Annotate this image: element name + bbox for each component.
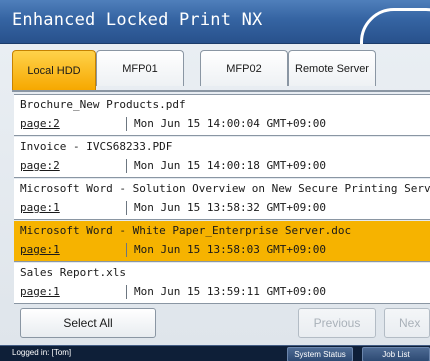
title-bar: Enhanced Locked Print NX	[0, 0, 430, 98]
status-bar: Logged in: [Tom] System Status Job List	[0, 345, 430, 361]
file-name: Sales Report.xls	[20, 266, 126, 279]
file-page-count: page:2	[20, 159, 60, 172]
app-title: Enhanced Locked Print NX	[12, 10, 263, 30]
next-label: Nex	[399, 316, 421, 330]
app-window: Enhanced Locked Print NX Local HDD MFP01…	[0, 0, 430, 361]
file-name: Microsoft Word - Solution Overview on Ne…	[20, 182, 430, 195]
system-status-label: System Status	[294, 350, 346, 359]
tab-label: Local HDD	[27, 64, 81, 77]
tab-divider-line	[12, 90, 430, 92]
file-list-item-selected[interactable]: Microsoft Word - White Paper_Enterprise …	[14, 221, 430, 262]
file-page-count: page:2	[20, 117, 60, 130]
file-date: Mon Jun 15 13:58:03 GMT+09:00	[134, 243, 327, 256]
file-date: Mon Jun 15 14:00:18 GMT+09:00	[134, 159, 327, 172]
job-list-button[interactable]: Job List	[362, 347, 430, 361]
tab-mfp01[interactable]: MFP01	[96, 50, 184, 86]
field-divider	[126, 159, 127, 173]
field-divider	[126, 117, 127, 131]
file-list-item[interactable]: Brochure_New Products.pdf page:2 Mon Jun…	[14, 95, 430, 136]
file-name: Invoice - IVCS68233.PDF	[20, 140, 173, 153]
file-date: Mon Jun 15 13:58:32 GMT+09:00	[134, 201, 327, 214]
file-page-count: page:1	[20, 201, 60, 214]
system-status-button[interactable]: System Status	[287, 347, 353, 361]
file-list: Brochure_New Products.pdf page:2 Mon Jun…	[14, 94, 430, 306]
tab-mfp02[interactable]: MFP02	[200, 50, 288, 86]
tab-label: MFP01	[122, 62, 158, 75]
field-divider	[126, 285, 127, 299]
file-page-count: page:1	[20, 285, 60, 298]
main-panel: Local HDD MFP01 MFP02 Remote Server Broc…	[0, 44, 430, 345]
tab-label: MFP02	[226, 62, 262, 75]
file-list-item[interactable]: Sales Report.xls page:1 Mon Jun 15 13:59…	[14, 263, 430, 304]
logged-in-user: Logged in: [Tom]	[12, 348, 72, 357]
file-list-item[interactable]: Microsoft Word - Solution Overview on Ne…	[14, 179, 430, 220]
file-page-count: page:1	[20, 243, 60, 256]
file-date: Mon Jun 15 13:59:11 GMT+09:00	[134, 285, 327, 298]
file-name: Microsoft Word - White Paper_Enterprise …	[20, 224, 352, 237]
tab-label: Remote Server	[295, 62, 369, 75]
select-all-button[interactable]: Select All	[20, 308, 156, 338]
select-all-label: Select All	[63, 316, 113, 330]
next-button[interactable]: Nex	[384, 308, 430, 338]
tab-remote-server[interactable]: Remote Server	[288, 50, 376, 86]
file-list-item[interactable]: Invoice - IVCS68233.PDF page:2 Mon Jun 1…	[14, 137, 430, 178]
job-list-label: Job List	[382, 350, 410, 359]
tab-strip: Local HDD MFP01 MFP02 Remote Server	[12, 50, 430, 92]
file-name: Brochure_New Products.pdf	[20, 98, 186, 111]
file-date: Mon Jun 15 14:00:04 GMT+09:00	[134, 117, 327, 130]
tab-local-hdd[interactable]: Local HDD	[12, 50, 96, 90]
field-divider	[126, 201, 127, 215]
previous-label: Previous	[313, 316, 361, 330]
field-divider	[126, 243, 127, 257]
previous-button[interactable]: Previous	[298, 308, 376, 338]
